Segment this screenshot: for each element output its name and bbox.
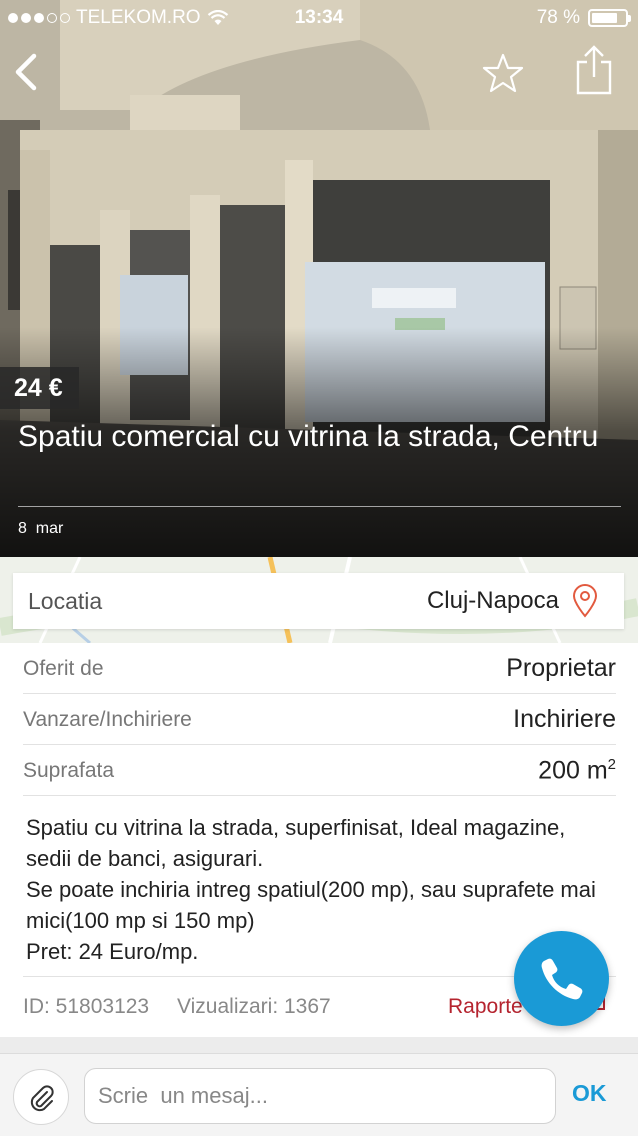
listing-title: Spatiu comercial cu vitrina la strada, C…	[18, 420, 599, 453]
favorite-button[interactable]	[482, 52, 524, 94]
detail-row-sale-rent: Vanzare/Inchiriere Inchiriere	[23, 694, 616, 745]
location-label: Locatia	[28, 588, 103, 614]
battery-percent: 78 %	[536, 7, 580, 28]
share-button[interactable]	[573, 44, 615, 96]
view-count: Vizualizari: 1367	[177, 995, 331, 1018]
listing-photo[interactable]: TELEKOM.RO 13:34 78 % 24 € Spatiu comerc…	[0, 0, 638, 557]
detail-value: Proprietar	[506, 654, 616, 682]
back-button[interactable]	[10, 52, 44, 92]
detail-value: Inchiriere	[513, 705, 616, 733]
star-outline-icon	[482, 53, 524, 93]
map-pin-icon	[572, 584, 598, 618]
date-month: mar	[35, 520, 64, 537]
listing-date: 8 mar	[18, 520, 63, 538]
message-bar: OK	[0, 1053, 638, 1136]
attach-button[interactable]	[13, 1069, 69, 1125]
listing-id: ID: 51803123	[23, 995, 150, 1018]
detail-value: 200 m2	[538, 756, 616, 785]
message-input[interactable]	[84, 1068, 556, 1124]
section-gap	[0, 1037, 638, 1053]
battery-icon	[588, 9, 631, 27]
detail-key: Vanzare/Inchiriere	[23, 708, 192, 731]
detail-key: Oferit de	[23, 657, 104, 680]
detail-row-offered-by: Oferit de Proprietar	[23, 643, 616, 694]
paperclip-icon	[30, 1085, 54, 1112]
area-value: 200 m	[538, 756, 608, 785]
phone-icon	[541, 958, 583, 1000]
status-bar: TELEKOM.RO 13:34 78 %	[0, 0, 638, 36]
listing-description: Spatiu cu vitrina la strada, superfinisa…	[26, 815, 596, 964]
price-badge: 24 €	[0, 367, 79, 409]
send-button[interactable]: OK	[572, 1080, 607, 1107]
detail-row-area: Suprafata 200 m2	[23, 745, 616, 796]
location-card[interactable]: Locatia Cluj-Napoca	[13, 573, 624, 629]
area-unit-exponent: 2	[607, 756, 616, 773]
report-link[interactable]: Raporte	[448, 995, 523, 1019]
location-value: Cluj-Napoca	[426, 587, 559, 614]
call-button[interactable]	[514, 931, 609, 1026]
detail-key: Suprafata	[23, 759, 115, 782]
chevron-left-icon	[15, 53, 37, 91]
title-divider	[18, 506, 621, 507]
date-day: 8	[18, 520, 27, 537]
share-icon	[576, 45, 612, 95]
